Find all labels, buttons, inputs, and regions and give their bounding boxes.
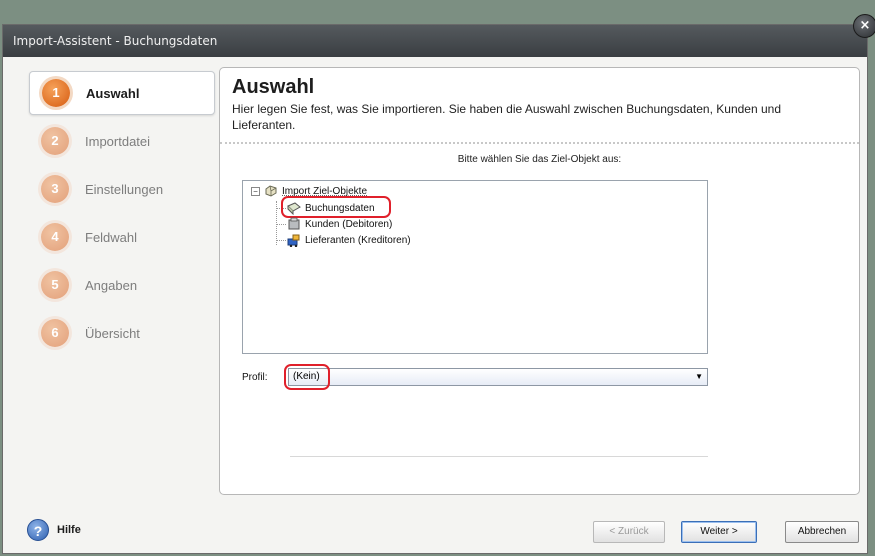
step-uebersicht[interactable]: 6 Übersicht xyxy=(29,311,215,355)
profil-label: Profil: xyxy=(242,372,268,383)
window-title: Import-Assistent - Buchungsdaten xyxy=(13,34,218,48)
step-number-icon: 3 xyxy=(41,175,69,203)
step-number-icon: 6 xyxy=(41,319,69,347)
cancel-button[interactable]: Abbrechen xyxy=(785,521,859,543)
step-number-icon: 2 xyxy=(41,127,69,155)
step-label: Auswahl xyxy=(86,85,140,101)
supplier-icon xyxy=(287,233,301,248)
panel-header: Auswahl Hier legen Sie fest, was Sie imp… xyxy=(220,68,859,144)
import-assistant-window: Import-Assistent - Buchungsdaten 1 Auswa… xyxy=(2,24,868,554)
help-link[interactable]: ? Hilfe xyxy=(27,519,81,541)
next-button[interactable]: Weiter > xyxy=(681,521,757,543)
step-number-icon: 4 xyxy=(41,223,69,251)
help-label[interactable]: Hilfe xyxy=(57,524,81,536)
customer-icon xyxy=(287,217,301,231)
step-number-icon: 5 xyxy=(41,271,69,299)
step-label: Übersicht xyxy=(85,325,140,341)
profil-highlight xyxy=(284,364,330,390)
back-button[interactable]: < Zurück xyxy=(593,521,665,543)
tree-connector xyxy=(276,224,286,225)
step-feldwahl[interactable]: 4 Feldwahl xyxy=(29,215,215,259)
collapse-icon[interactable]: − xyxy=(251,186,260,196)
page-title: Auswahl xyxy=(232,76,315,98)
instruction-text: Bitte wählen Sie das Ziel-Objekt aus: xyxy=(457,154,622,165)
divider xyxy=(290,456,708,457)
step-label: Importdatei xyxy=(85,133,151,149)
window-titlebar: Import-Assistent - Buchungsdaten xyxy=(3,25,867,57)
selection-highlight xyxy=(281,196,391,218)
puzzle-icon xyxy=(264,184,278,198)
step-label: Feldwahl xyxy=(85,229,138,245)
step-auswahl[interactable]: 1 Auswahl xyxy=(29,71,215,115)
step-einstellungen[interactable]: 3 Einstellungen xyxy=(29,167,215,211)
step-label: Einstellungen xyxy=(85,181,164,197)
close-icon[interactable]: × xyxy=(853,14,875,38)
tree-connector xyxy=(276,240,286,241)
profil-dropdown[interactable]: (Kein) ▼ xyxy=(288,368,708,386)
step-angaben[interactable]: 5 Angaben xyxy=(29,263,215,307)
step-importdatei[interactable]: 2 Importdatei xyxy=(29,119,215,163)
tree-item-label: Lieferanten (Kreditoren) xyxy=(305,234,411,246)
tree-item-lieferanten[interactable]: Lieferanten (Kreditoren) xyxy=(287,232,411,248)
dropdown-arrow-icon[interactable]: ▼ xyxy=(695,369,703,385)
target-object-tree[interactable]: − Import Ziel-Objekte Buchungsdaten Kund… xyxy=(242,180,708,354)
help-icon[interactable]: ? xyxy=(27,519,49,541)
wizard-steps-sidebar: 1 Auswahl 2 Importdatei 3 Einstellungen … xyxy=(25,71,215,371)
tree-root-label: Import Ziel-Objekte xyxy=(282,185,368,197)
page-description: Hier legen Sie fest, was Sie importieren… xyxy=(232,102,782,132)
tree-item-kunden[interactable]: Kunden (Debitoren) xyxy=(287,216,392,232)
step-label: Angaben xyxy=(85,277,138,293)
main-content-panel: Auswahl Hier legen Sie fest, was Sie imp… xyxy=(219,67,860,495)
step-number-icon: 1 xyxy=(42,79,70,107)
tree-item-label: Kunden (Debitoren) xyxy=(305,218,393,230)
